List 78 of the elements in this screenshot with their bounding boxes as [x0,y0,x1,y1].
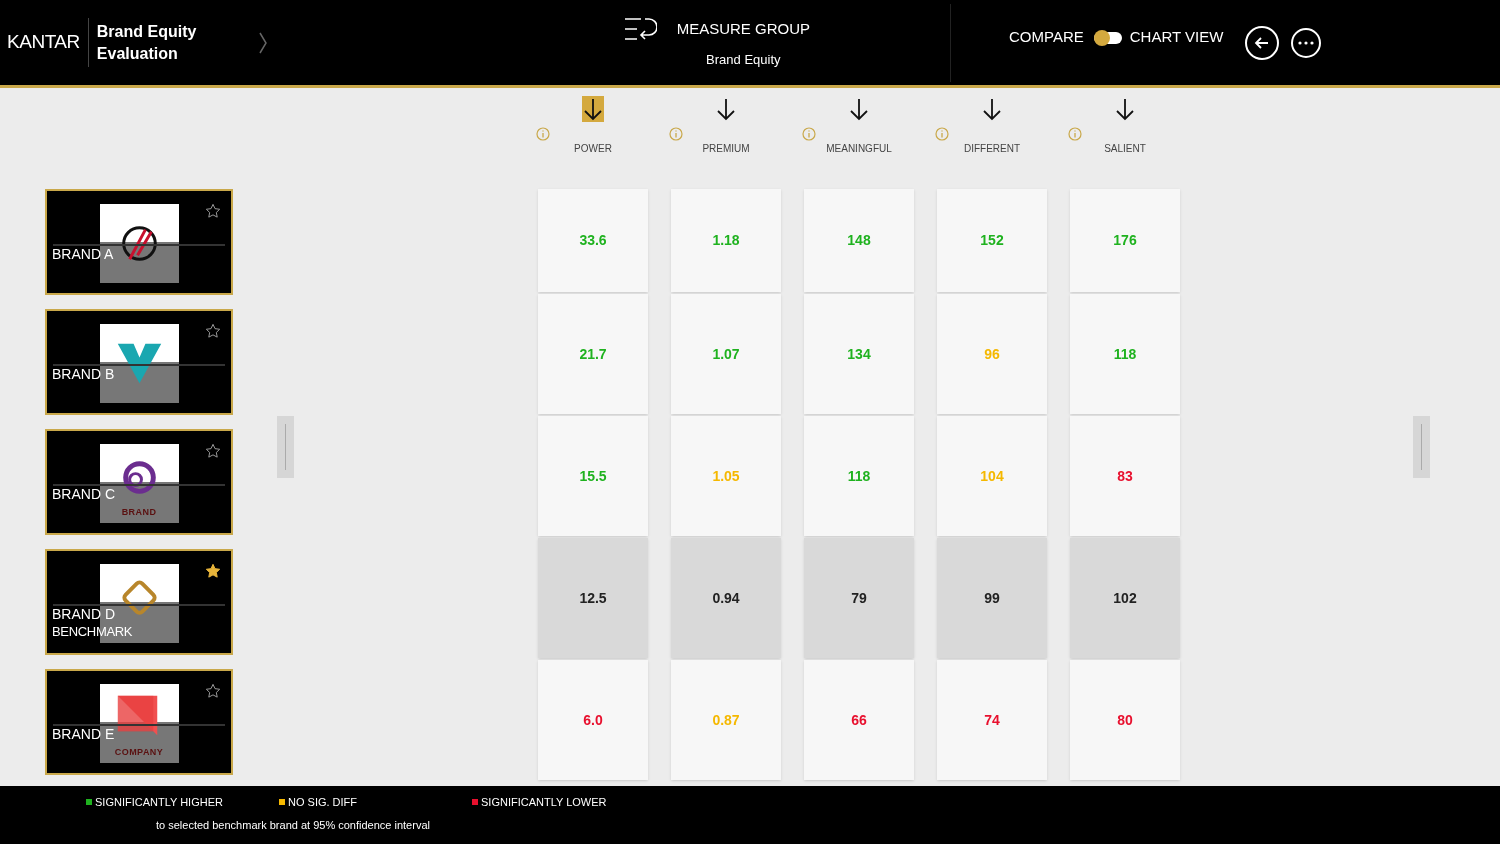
brand-card[interactable]: BRAND B [45,309,233,415]
score-value: 1.07 [712,344,740,364]
brand-card[interactable]: BRAND D BENCHMARK [45,549,233,655]
score-value: 80 [1117,710,1133,730]
star-icon[interactable] [205,683,221,699]
sort-arrow-icon[interactable] [582,96,604,122]
score-value: 83 [1117,466,1133,486]
brand-name: BRAND D [52,605,116,623]
score-value: 15.5 [579,466,607,486]
brand-card[interactable]: BRAND A [45,189,233,295]
star-icon[interactable] [205,323,221,339]
score-value: 1.18 [712,231,740,250]
score-value: 1.05 [712,466,740,486]
score-value: 12.5 [579,588,607,608]
arrow-left-icon [1254,34,1271,51]
back-button[interactable] [1245,25,1280,60]
score-value: 0.87 [712,710,740,730]
score-value: 102 [1113,588,1137,608]
score-value: 176 [1113,231,1137,250]
brand-name: BRAND E [52,725,115,743]
brand-card[interactable]: COMPANY BRAND E [45,669,233,775]
legend-label: SIGNIFICANTLY HIGHER [95,795,223,810]
legend-label: NO SIG. DIFF [288,795,358,810]
sort-arrow-icon[interactable] [848,96,870,122]
score-value: 118 [1113,344,1137,364]
column-header: PREMIUM [702,142,750,156]
sort-arrow-icon[interactable] [981,96,1003,122]
star-icon[interactable] [205,443,221,459]
score-value: 74 [984,710,1000,730]
score-value: 33.6 [579,231,607,250]
brand-name: BRAND A [52,245,114,263]
score-value: 6.0 [583,710,603,730]
score-value: 104 [980,466,1004,486]
star-icon[interactable] [205,203,221,219]
compare-label: COMPARE [1009,27,1084,48]
sort-arrow-icon[interactable] [715,96,737,122]
slashed-circle-logo-icon [121,226,157,261]
star-icon[interactable] [205,563,221,579]
score-value: 99 [984,588,1000,608]
legend-note: to selected benchmark brand at 95% confidence interval [156,817,431,833]
score-value: 148 [847,231,871,250]
sort-arrow-icon[interactable] [1114,96,1136,122]
score-value: 134 [847,344,871,364]
app-title: Brand Equity [96,21,197,42]
legend-label: SIGNIFICANTLY LOWER [481,795,607,810]
score-value: 118 [847,466,871,486]
more-button[interactable] [1291,27,1322,58]
score-value: 21.7 [579,344,607,364]
scroll-right-handle[interactable] [1413,416,1430,478]
measure-group-label: MEASURE GROUP [676,19,810,39]
column-header: DIFFERENT [963,142,1021,156]
score-value: 79 [851,588,867,608]
chevron-right-icon[interactable] [258,30,268,55]
brand-card[interactable]: BRAND BRAND C [45,429,233,535]
logo-text: BRAND [120,505,158,519]
measure-group-value[interactable]: Brand Equity [706,49,781,69]
column-header: POWER [574,142,612,156]
column-header: SALIENT [1104,142,1146,156]
square-logo-icon [117,695,157,736]
brand-name: BRAND B [52,365,115,383]
scroll-left-handle[interactable] [277,416,294,478]
chart-view-label: CHART VIEW [1129,27,1224,48]
column-header: MEANINGFUL [826,142,892,156]
score-value: 0.94 [712,588,740,608]
more-icon [1298,40,1315,45]
brand-name: BRAND C [52,485,115,503]
score-value: 96 [984,344,1000,364]
compare-toggle[interactable] [1093,31,1122,44]
app-title: Evaluation [96,43,179,64]
logo-text: KANTAR [7,18,89,67]
swirl-logo-icon [122,461,156,494]
benchmark-label: BENCHMARK [52,623,133,641]
diamond-logo-icon [120,578,158,617]
logo-text: COMPANY [113,745,165,759]
score-value: 66 [851,710,867,730]
score-value: 152 [980,231,1004,250]
v-logo-icon [117,343,161,384]
list-return-icon[interactable] [622,16,657,42]
